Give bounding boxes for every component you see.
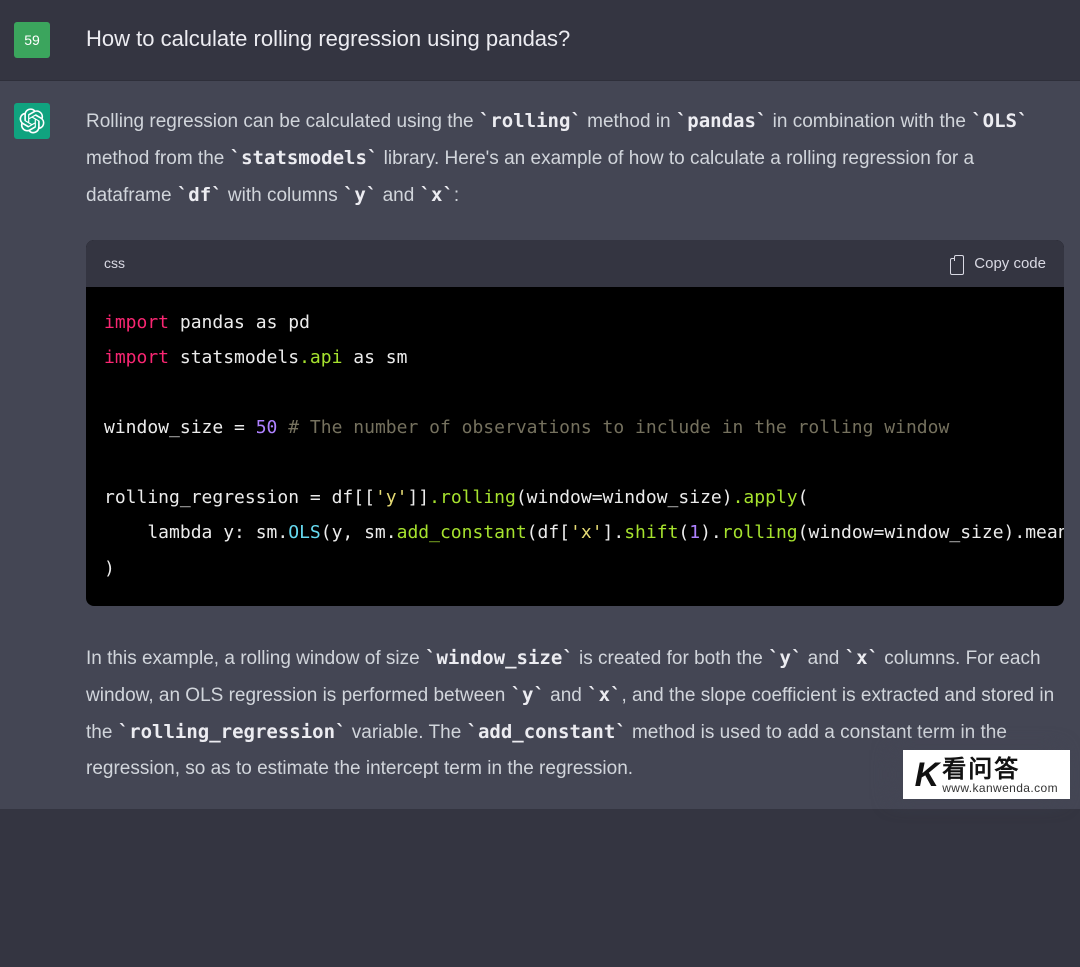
watermark-overlay: K 看问答 www.kanwenda.com: [903, 750, 1070, 799]
inline-code-x3: `x`: [587, 684, 621, 706]
intro-paragraph: Rolling regression can be calculated usi…: [86, 103, 1064, 214]
user-message-row: 59 How to calculate rolling regression u…: [0, 0, 1080, 81]
inline-code-y3: `y`: [511, 684, 545, 706]
inline-code-statsmodels: `statsmodels`: [230, 147, 379, 169]
inline-code-window-size: `window_size`: [425, 647, 574, 669]
watermark-logo-icon: K: [915, 756, 937, 795]
copy-code-button[interactable]: Copy code: [950, 255, 1046, 273]
watermark-title: 看问答: [942, 757, 1058, 782]
inline-code-df: `df`: [177, 184, 223, 206]
assistant-answer: Rolling regression can be calculated usi…: [86, 103, 1064, 787]
user-avatar: 59: [14, 22, 50, 58]
inline-code-x2: `x`: [845, 647, 879, 669]
code-header: css Copy code: [86, 240, 1064, 287]
inline-code-rolling: `rolling`: [479, 110, 582, 132]
inline-code-ols: `OLS`: [971, 110, 1028, 132]
inline-code-y: `y`: [343, 184, 377, 206]
inline-code-x: `x`: [420, 184, 454, 206]
assistant-avatar: [14, 103, 50, 139]
inline-code-y2: `y`: [768, 647, 802, 669]
inline-code-pandas: `pandas`: [676, 110, 768, 132]
code-content[interactable]: import pandas as pd import statsmodels.a…: [86, 287, 1064, 606]
code-block: css Copy code import pandas as pd import…: [86, 240, 1064, 605]
user-avatar-number: 59: [24, 32, 40, 48]
assistant-message-row: Rolling regression can be calculated usi…: [0, 81, 1080, 809]
user-question: How to calculate rolling regression usin…: [86, 22, 1064, 58]
watermark-url: www.kanwenda.com: [942, 782, 1058, 795]
code-language-label: css: [104, 250, 125, 277]
inline-code-rolling-regression: `rolling_regression`: [118, 721, 347, 743]
clipboard-icon: [950, 255, 966, 273]
copy-code-label: Copy code: [974, 255, 1046, 272]
inline-code-add-constant: `add_constant`: [467, 721, 627, 743]
openai-icon: [19, 108, 45, 134]
